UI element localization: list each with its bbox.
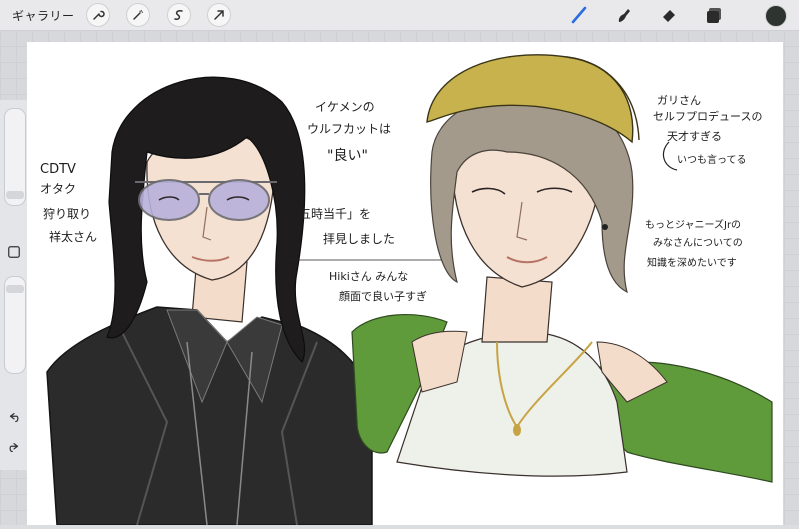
- left-sidebar: [0, 100, 27, 470]
- eraser-icon[interactable]: [659, 5, 679, 25]
- note-yoi: "良い": [327, 148, 368, 164]
- note-garisan: ガリさん: [657, 94, 701, 107]
- note-chishiki: 知識を深めたいです: [647, 258, 737, 269]
- redo-icon[interactable]: [6, 440, 22, 456]
- note-shota: 祥太さん: [49, 230, 98, 244]
- wrench-icon[interactable]: [86, 3, 110, 27]
- note-minasan: みなさんについての: [653, 238, 743, 249]
- left-portrait: [46, 76, 373, 526]
- annotation-arrow: [662, 141, 678, 171]
- note-otaku: オタク: [40, 182, 77, 196]
- note-haiken: 拝見しました: [323, 232, 396, 246]
- note-gojitousen: 「五時当千」を: [287, 207, 372, 221]
- note-karitori: 狩り取り: [43, 207, 92, 221]
- color-swatch[interactable]: [765, 5, 787, 27]
- note-motto: もっとジャニーズJrの: [645, 220, 742, 231]
- gallery-button[interactable]: ギャラリー: [12, 7, 75, 24]
- layers-icon[interactable]: [704, 5, 724, 25]
- note-ganmen: 顔面で良い子すぎ: [339, 290, 427, 303]
- undo-icon[interactable]: [6, 410, 22, 426]
- magic-wand-icon[interactable]: [126, 3, 150, 27]
- note-ikemen: イケメンの: [315, 100, 375, 114]
- smudge-icon[interactable]: [614, 5, 634, 25]
- note-itsumo: いつも言ってる: [677, 155, 747, 166]
- note-tensai: 天才すぎる: [667, 130, 722, 143]
- brush-size-knob[interactable]: [6, 191, 24, 199]
- brush-size-slider[interactable]: [4, 108, 26, 206]
- selection-icon[interactable]: [167, 3, 191, 27]
- note-hikki: Hikiさん みんな: [329, 270, 409, 283]
- brush-icon[interactable]: [569, 5, 589, 25]
- note-wolfcut: ウルフカットは: [307, 122, 392, 136]
- note-self-produce: セルフプロデュースの: [653, 110, 763, 123]
- note-cdtv: CDTV: [40, 162, 76, 177]
- modify-button[interactable]: [6, 244, 22, 260]
- opacity-slider[interactable]: [4, 276, 26, 374]
- move-arrow-icon[interactable]: [207, 3, 231, 27]
- top-toolbar: ギャラリー: [0, 0, 799, 30]
- right-toolset: [559, 0, 799, 30]
- drawing-canvas[interactable]: CDTV オタク 狩り取り 祥太さん イケメンの ウルフカットは "良い" 「五…: [27, 42, 783, 526]
- opacity-knob[interactable]: [6, 285, 24, 293]
